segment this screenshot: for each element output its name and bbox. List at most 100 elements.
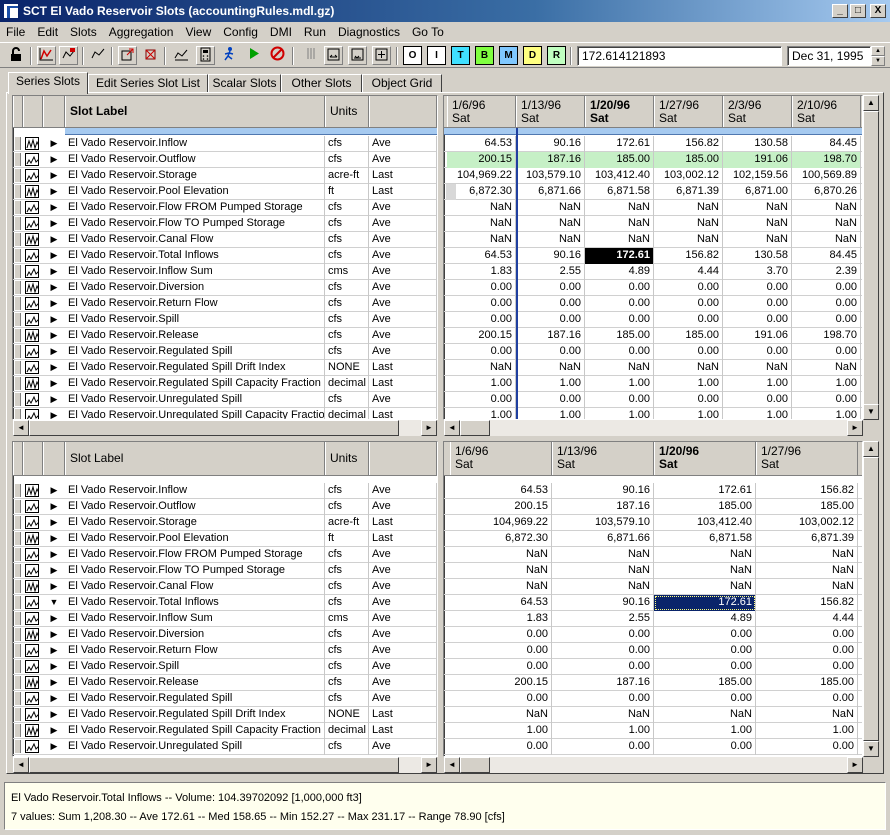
menu-config[interactable]: Config bbox=[217, 25, 264, 39]
value-cell[interactable]: 0.00 bbox=[723, 280, 792, 296]
graph-icon[interactable] bbox=[172, 46, 191, 65]
value-cell[interactable]: 187.16 bbox=[516, 328, 585, 344]
scroll-thumb[interactable] bbox=[460, 757, 490, 773]
slot-row[interactable]: ▶ El Vado Reservoir.Flow TO Pumped Storag… bbox=[13, 216, 437, 232]
expand-arrow-icon[interactable]: ▶ bbox=[43, 376, 65, 392]
value-cell[interactable]: 0.00 bbox=[447, 312, 516, 328]
expand-arrow-icon[interactable]: ▶ bbox=[43, 547, 65, 563]
value-cell[interactable]: NaN bbox=[516, 216, 585, 232]
value-cell[interactable]: 0.00 bbox=[723, 344, 792, 360]
series-slot-icon[interactable] bbox=[25, 596, 39, 609]
series-slot-icon[interactable] bbox=[25, 137, 39, 150]
value-cell[interactable]: 0.00 bbox=[585, 296, 654, 312]
value-cell[interactable]: 4.89 bbox=[585, 264, 654, 280]
value-cell[interactable]: 103,579.10 bbox=[516, 168, 585, 184]
expand-arrow-icon[interactable]: ▶ bbox=[43, 200, 65, 216]
menu-view[interactable]: View bbox=[179, 25, 217, 39]
slot-row[interactable]: ▶ El Vado Reservoir.Inflow Sum cms Ave bbox=[13, 611, 437, 627]
value-cell[interactable]: 0.00 bbox=[723, 392, 792, 408]
expand-arrow-icon[interactable]: ▶ bbox=[43, 248, 65, 264]
expand-arrow-icon[interactable]: ▶ bbox=[43, 360, 65, 376]
value-cell[interactable]: 0.00 bbox=[654, 739, 756, 755]
flag-i-button[interactable]: I bbox=[427, 46, 446, 65]
value-cell[interactable]: 103,412.40 bbox=[585, 168, 654, 184]
app-icon[interactable] bbox=[3, 3, 19, 19]
series-slot-icon[interactable] bbox=[25, 708, 39, 721]
value-cell[interactable]: NaN bbox=[450, 547, 552, 563]
value-cell[interactable]: NaN bbox=[516, 232, 585, 248]
value-cell[interactable]: 6,871.39 bbox=[654, 184, 723, 200]
value-cell[interactable]: 156.82 bbox=[654, 136, 723, 152]
value-cell[interactable]: 172.61 bbox=[654, 483, 756, 499]
slot-row[interactable]: ▶ El Vado Reservoir.Release cfs Ave bbox=[13, 675, 437, 691]
value-cell[interactable]: 172.61 bbox=[585, 248, 654, 264]
slot-label[interactable]: El Vado Reservoir.Regulated Spill Capaci… bbox=[65, 723, 325, 739]
value-cell[interactable]: 0.00 bbox=[450, 691, 552, 707]
value-cell[interactable]: 200.15 bbox=[447, 152, 516, 168]
value-cell[interactable]: 1.00 bbox=[723, 408, 792, 419]
value-cell[interactable]: NaN bbox=[654, 216, 723, 232]
value-cell[interactable]: 191.06 bbox=[723, 152, 792, 168]
slot-row[interactable]: ▼ El Vado Reservoir.Total Inflows cfs Ave bbox=[13, 595, 437, 611]
slot-label[interactable]: El Vado Reservoir.Diversion bbox=[65, 280, 325, 296]
calculator-icon[interactable] bbox=[196, 46, 215, 65]
tab-scalar-slots[interactable]: Scalar Slots bbox=[208, 74, 281, 93]
value-cell[interactable]: 0.00 bbox=[792, 312, 861, 328]
date-field[interactable]: Dec 31, 1995 bbox=[787, 46, 871, 66]
series-slot-icon[interactable] bbox=[25, 169, 39, 182]
slot-row[interactable]: ▶ El Vado Reservoir.Inflow Sum cms Ave bbox=[13, 264, 437, 280]
value-cell[interactable]: 1.00 bbox=[447, 408, 516, 419]
value-cell[interactable]: 1.00 bbox=[552, 723, 654, 739]
value-cell[interactable]: NaN bbox=[516, 360, 585, 376]
value-cell[interactable]: 0.00 bbox=[552, 627, 654, 643]
row-marker[interactable] bbox=[15, 313, 21, 326]
run-figure-icon[interactable] bbox=[220, 46, 239, 65]
top-vscroll[interactable]: ▲ ▼ bbox=[863, 95, 879, 420]
scroll-thumb[interactable] bbox=[863, 111, 879, 405]
series-slot-icon[interactable] bbox=[25, 361, 39, 374]
scroll-left-icon[interactable]: ◄ bbox=[13, 757, 29, 773]
date-column-header[interactable]: 2/10/96 Sat bbox=[792, 96, 861, 127]
series-slot-icon[interactable] bbox=[25, 281, 39, 294]
value-cell[interactable]: 172.61 bbox=[585, 136, 654, 152]
slot-row[interactable]: ▶ El Vado Reservoir.Regulated Spill cfs Ave bbox=[13, 344, 437, 360]
expand-arrow-icon[interactable]: ▶ bbox=[43, 392, 65, 408]
value-cell[interactable]: NaN bbox=[552, 547, 654, 563]
slot-label[interactable]: El Vado Reservoir.Canal Flow bbox=[65, 232, 325, 248]
expand-arrow-icon[interactable]: ▶ bbox=[43, 184, 65, 200]
top-data-grid[interactable]: 1/6/96 Sat 1/13/96 Sat 1/20/96 Sat 1/27/96 Sat 2… bbox=[443, 95, 863, 420]
scroll-up-icon[interactable]: ▲ bbox=[863, 95, 879, 111]
slot-label[interactable]: El Vado Reservoir.Pool Elevation bbox=[65, 531, 325, 547]
value-cell[interactable]: 104,969.22 bbox=[447, 168, 516, 184]
value-cell[interactable]: NaN bbox=[552, 579, 654, 595]
series-slot-icon[interactable] bbox=[25, 612, 39, 625]
value-cell[interactable]: NaN bbox=[516, 200, 585, 216]
value-cell[interactable]: NaN bbox=[756, 707, 858, 723]
value-cell[interactable]: 0.00 bbox=[447, 280, 516, 296]
scroll-right-icon[interactable]: ► bbox=[421, 757, 437, 773]
value-cell[interactable]: NaN bbox=[792, 216, 861, 232]
value-cell[interactable]: 156.82 bbox=[756, 595, 858, 611]
slot-row[interactable]: ▶ El Vado Reservoir.Unregulated Spill Cap… bbox=[13, 408, 437, 419]
series-slot-icon[interactable] bbox=[25, 313, 39, 326]
scroll-up-icon[interactable]: ▲ bbox=[863, 441, 879, 457]
scroll-right-icon[interactable]: ► bbox=[847, 757, 863, 773]
value-cell[interactable]: 6,872.30 bbox=[447, 184, 516, 200]
value-cell[interactable]: 0.00 bbox=[585, 392, 654, 408]
value-cell[interactable]: 6,871.66 bbox=[552, 531, 654, 547]
slot-row[interactable]: ▶ El Vado Reservoir.Diversion cfs Ave bbox=[13, 280, 437, 296]
value-cell[interactable]: 4.44 bbox=[756, 611, 858, 627]
value-cell[interactable]: NaN bbox=[654, 200, 723, 216]
slot-label[interactable]: El Vado Reservoir.Canal Flow bbox=[65, 579, 325, 595]
value-cell[interactable]: 103,412.40 bbox=[654, 515, 756, 531]
value-cell[interactable]: 0.00 bbox=[756, 659, 858, 675]
value-cell[interactable]: 0.00 bbox=[654, 691, 756, 707]
value-cell[interactable]: 1.00 bbox=[654, 376, 723, 392]
row-marker[interactable] bbox=[15, 233, 21, 246]
expand-arrow-icon[interactable]: ▶ bbox=[43, 627, 65, 643]
value-cell[interactable]: 6,871.58 bbox=[585, 184, 654, 200]
value-cell[interactable]: 0.00 bbox=[792, 392, 861, 408]
row-marker[interactable] bbox=[15, 516, 21, 529]
slot-label[interactable]: El Vado Reservoir.Storage bbox=[65, 168, 325, 184]
value-cell[interactable]: 0.00 bbox=[756, 643, 858, 659]
